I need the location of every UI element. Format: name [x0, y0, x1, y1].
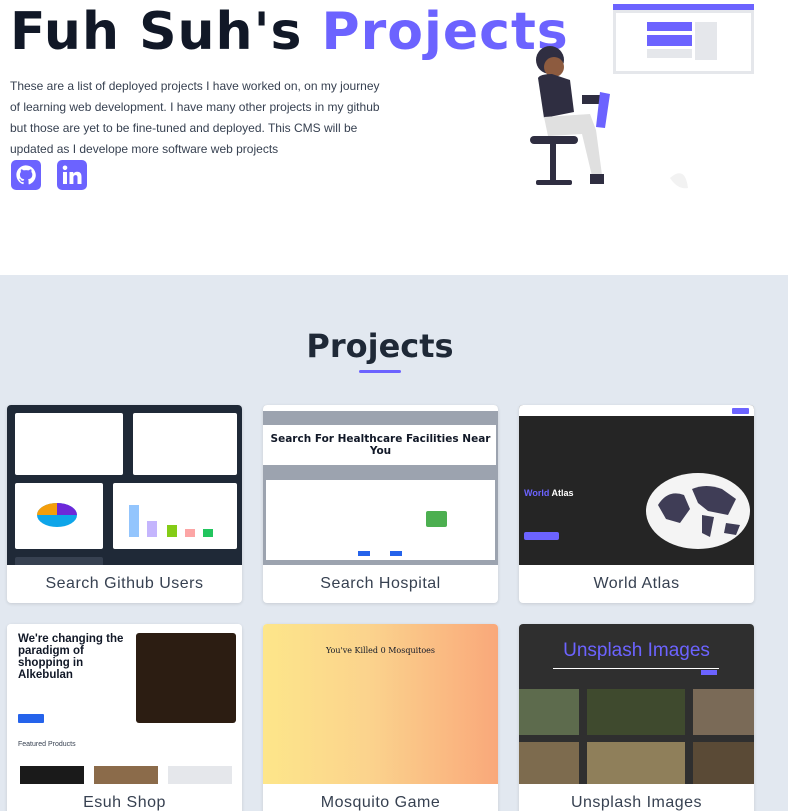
thumbnail-heading: You've Killed 0 Mosquitoes [325, 646, 436, 655]
project-thumbnail: Search For Healthcare Facilities Near Yo… [263, 405, 498, 565]
project-card-search-hospital[interactable]: Search For Healthcare Facilities Near Yo… [263, 405, 498, 603]
linkedin-icon [62, 165, 82, 184]
project-title: World Atlas [593, 575, 680, 592]
social-links [11, 160, 87, 190]
linkedin-link[interactable] [57, 160, 87, 190]
project-card-github-users[interactable]: Search Github Users [7, 405, 242, 603]
project-thumbnail: We're changing the paradigm of shopping … [7, 624, 242, 784]
project-title: Mosquito Game [320, 794, 441, 811]
hero-description: These are a list of deployed projects I … [10, 79, 380, 156]
project-title: Unsplash Images [570, 794, 703, 811]
project-title: Search Github Users [45, 575, 204, 592]
projects-heading: Projects [306, 327, 454, 365]
project-thumbnail: Unsplash Images [519, 624, 754, 784]
project-title: Search Hospital [320, 575, 441, 592]
project-title: Esuh Shop [83, 794, 166, 811]
heading-underline [359, 370, 401, 373]
hero-section: Fuh Suh's Projects These are a list of d… [0, 0, 788, 275]
project-thumbnail: You've Killed 0 Mosquitoes [263, 624, 498, 784]
project-thumbnail: World Atlas [519, 405, 754, 565]
thumbnail-heading: We're changing the paradigm of shopping … [18, 633, 124, 681]
github-icon [16, 165, 36, 185]
developer-illustration [530, 4, 754, 189]
thumbnail-heading: World Atlas [524, 488, 574, 498]
hero-title: Fuh Suh's Projects [10, 2, 569, 62]
thumbnail-heading: Search For Healthcare Facilities Near Yo… [270, 433, 491, 457]
project-card-unsplash-images[interactable]: Unsplash Images Unsplash Images [519, 624, 754, 811]
project-card-mosquito-game[interactable]: You've Killed 0 Mosquitoes Mosquito Game [263, 624, 498, 811]
thumbnail-heading: Unsplash Images [563, 640, 710, 661]
projects-section: Projects Search Github Users Search For … [0, 275, 788, 811]
project-thumbnail [7, 405, 242, 565]
project-card-esuh-shop[interactable]: We're changing the paradigm of shopping … [7, 624, 242, 811]
hero-title-main: Fuh Suh's [10, 2, 322, 62]
thumbnail-subheading: Featured Products [18, 741, 76, 748]
github-link[interactable] [11, 160, 41, 190]
project-card-world-atlas[interactable]: World Atlas World Atlas [519, 405, 754, 603]
